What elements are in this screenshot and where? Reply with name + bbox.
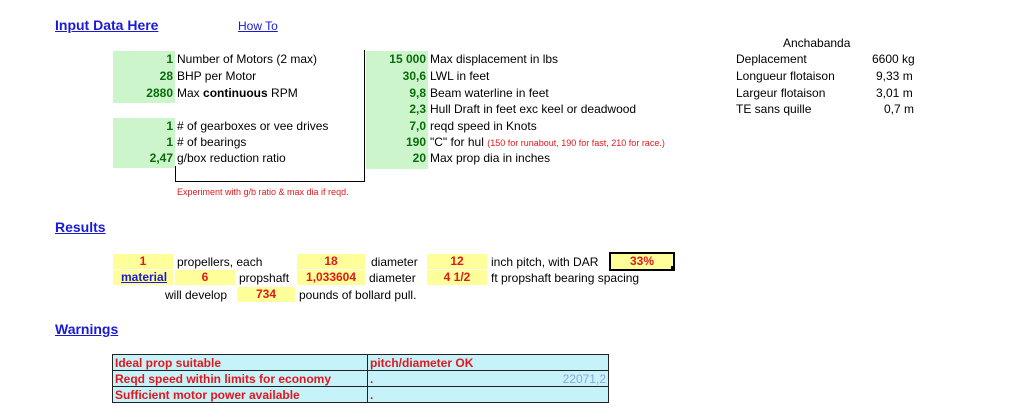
speed-label: reqd speed in Knots (430, 119, 537, 133)
warning-row: Reqd speed within limits for economy . 22… (112, 370, 609, 387)
beam-label: Beam waterline in feet (430, 86, 549, 100)
displacement-label: Max displacement in lbs (430, 52, 559, 66)
warning-cell-b-text: . (370, 371, 374, 386)
draft-label: Hull Draft in feet exc keel or deadwood (430, 102, 637, 116)
how-to-link[interactable]: How To (238, 19, 278, 33)
dar-value[interactable]: 33% (609, 252, 675, 271)
gearbox-label: # of gearboxes or vee drives (177, 119, 329, 133)
bearings-label: # of bearings (177, 135, 247, 149)
warning-cell-b-text: pitch/diameter OK (370, 355, 474, 370)
bearing-spacing: 4 1/2 (427, 270, 487, 285)
shaft-material-value: 6 (175, 270, 235, 285)
speed-input[interactable]: 7,0 (366, 119, 426, 133)
draft-input[interactable]: 2,3 (366, 102, 426, 116)
ratio-label: g/box reduction ratio (177, 151, 286, 165)
warning-row: Sufficient motor power available . (112, 386, 609, 403)
boat-value-longueur: 9,33 m (876, 69, 913, 83)
beam-input[interactable]: 9,8 (366, 86, 426, 100)
rpm-label: Max continuous RPM (177, 86, 298, 100)
results-heading: Results (55, 219, 106, 235)
warning-row: Ideal prop suitable pitch/diameter OK (112, 354, 609, 371)
c-hull-note: (150 for runabout, 190 for fast, 210 for… (487, 138, 665, 148)
propellers-label: propellers, each (177, 255, 263, 269)
bracket-right (364, 50, 365, 182)
bearing-spacing-label: ft propshaft bearing spacing (491, 271, 640, 285)
c-hull-label: "C" for hul (150 for runabout, 190 for f… (430, 135, 665, 149)
rpm-label-bold: continuous (203, 86, 268, 100)
rpm-label-post: RPM (267, 86, 298, 100)
motors-count-label: Number of Motors (2 max) (177, 52, 318, 66)
prop-diameter: 18 (297, 254, 365, 269)
material-link[interactable]: material (121, 270, 167, 284)
rpm-input[interactable]: 2880 (113, 86, 173, 100)
develop-label: will develop (165, 288, 228, 302)
warning-cell-a: Reqd speed within limits for economy (112, 370, 368, 387)
bracket-left (175, 166, 176, 182)
input-data-heading: Input Data Here (55, 17, 159, 33)
warning-cell-b: . 22071,2 (367, 370, 609, 387)
warning-cell-a: Sufficient motor power available (112, 386, 368, 403)
c-hull-input[interactable]: 190 (366, 135, 426, 149)
cell-fill-handle[interactable] (671, 266, 675, 270)
displacement-input[interactable]: 15 000 (366, 52, 426, 66)
warning-cell-b: pitch/diameter OK (367, 354, 609, 371)
prop-dia-label: Max prop dia in inches (430, 151, 551, 165)
boat-label-deplacement: Deplacement (736, 52, 807, 66)
bearings-input[interactable]: 1 (113, 135, 173, 149)
warning-cell-c: 22071,2 (562, 371, 606, 386)
bhp-label: BHP per Motor (177, 69, 257, 83)
lwl-input[interactable]: 30,6 (366, 69, 426, 83)
prop-dia-input[interactable]: 20 (366, 151, 426, 165)
bracket-bottom (175, 181, 365, 182)
shaft-diameter-label: diameter (369, 271, 416, 285)
gearbox-input[interactable]: 1 (113, 119, 173, 133)
boat-label-longueur: Longueur flotaison (736, 69, 835, 83)
prop-pitch: 12 (427, 254, 487, 269)
boat-value-deplacement: 6600 kg (872, 52, 915, 66)
c-hull-label-text: "C" for hul (430, 135, 484, 149)
warning-cell-a: Ideal prop suitable (112, 354, 368, 371)
shaft-diameter: 1,033604 (297, 270, 365, 285)
boat-label-te: TE sans quille (736, 102, 812, 116)
boat-value-largeur: 3,01 m (876, 86, 913, 100)
boat-label-largeur: Largeur flotaison (736, 86, 826, 100)
rpm-label-pre: Max (177, 86, 204, 100)
warnings-heading: Warnings (55, 321, 119, 337)
bollard-pull-label: pounds of bollard pull. (299, 288, 417, 302)
boat-value-te: 0,7 m (884, 102, 915, 116)
bhp-input[interactable]: 28 (113, 69, 173, 83)
ratio-input[interactable]: 2,47 (113, 151, 173, 165)
diameter-label: diameter (371, 255, 418, 269)
experiment-note: Experiment with g/b ratio & max dia if r… (177, 187, 349, 197)
pitch-label: inch pitch, with DAR (491, 255, 599, 269)
boat-title: Anchabanda (783, 36, 851, 50)
lwl-label: LWL in feet (430, 69, 490, 83)
warning-cell-b-text: . (370, 387, 374, 402)
motors-count-input[interactable]: 1 (113, 52, 173, 66)
propshaft-label: propshaft (239, 271, 290, 285)
warnings-table: Ideal prop suitable pitch/diameter OK Re… (112, 354, 609, 403)
bollard-pull: 734 (237, 287, 295, 302)
warning-cell-b: . (367, 386, 609, 403)
propeller-count: 1 (113, 254, 173, 269)
